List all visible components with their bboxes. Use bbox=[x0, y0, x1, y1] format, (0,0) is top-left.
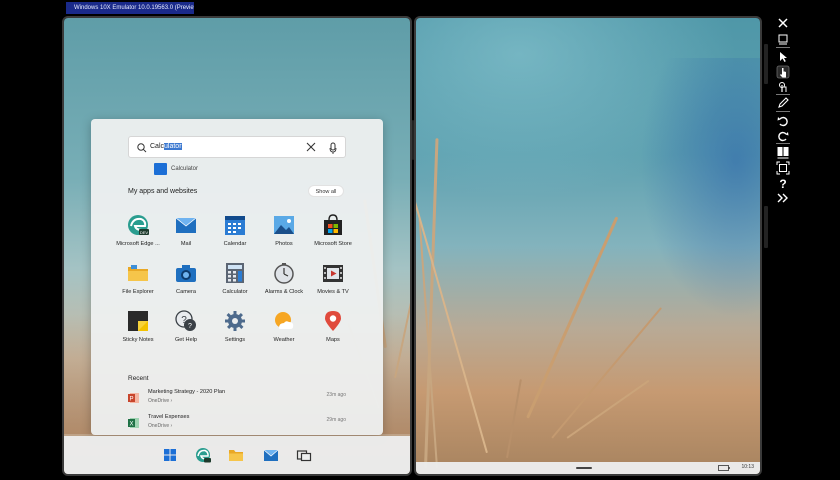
search-autocomplete-selection: ulator bbox=[164, 143, 182, 150]
windows-start-icon[interactable] bbox=[162, 447, 178, 463]
edge-dev-icon: DEV bbox=[128, 215, 149, 235]
sticky-notes-icon bbox=[128, 311, 148, 331]
emulator-window: Windows 10X Emulator 10.0.19563.0 (Previ… bbox=[0, 0, 840, 480]
show-all-button[interactable]: Show all bbox=[308, 185, 344, 197]
store-icon bbox=[324, 214, 342, 235]
photos-icon bbox=[274, 216, 294, 234]
minimize-icon[interactable] bbox=[776, 32, 790, 46]
svg-text:P: P bbox=[129, 397, 133, 403]
fit-screen-icon[interactable] bbox=[776, 161, 790, 175]
excel-icon: X bbox=[128, 418, 139, 428]
calendar-icon bbox=[225, 216, 245, 235]
start-panel: Calculator Calculator My apps and websit… bbox=[91, 119, 383, 435]
mail-icon bbox=[175, 217, 197, 233]
touch-icon[interactable] bbox=[776, 65, 790, 79]
toolbar-separator bbox=[776, 94, 790, 95]
apps-section-title: My apps and websites bbox=[128, 188, 198, 195]
recent-section-title: Recent bbox=[128, 375, 149, 382]
folder-icon bbox=[128, 265, 148, 281]
rotate-right-icon[interactable] bbox=[776, 129, 790, 143]
pointer-icon[interactable] bbox=[776, 50, 790, 64]
app-label: Maps bbox=[326, 337, 340, 343]
edge-dev-icon[interactable] bbox=[195, 447, 211, 463]
app-weather[interactable]: Weather bbox=[259, 310, 309, 350]
recent-item-location: OneDrive › bbox=[148, 398, 173, 404]
app-photos[interactable]: Photos bbox=[259, 214, 309, 254]
recent-item-name: Marketing Strategy - 2020 Plan bbox=[148, 389, 226, 395]
app-file-explorer[interactable]: File Explorer bbox=[113, 262, 163, 302]
app-get-help[interactable]: ?? Get Help bbox=[161, 310, 211, 350]
recent-item-name: Travel Expenses bbox=[148, 414, 190, 420]
app-camera[interactable]: Camera bbox=[161, 262, 211, 302]
posture-icon[interactable] bbox=[776, 145, 790, 159]
powerpoint-icon: P bbox=[128, 393, 139, 403]
help-icon[interactable]: ? bbox=[776, 176, 790, 190]
more-tools-icon[interactable] bbox=[776, 191, 790, 205]
svg-text:?: ? bbox=[779, 177, 786, 190]
clock-time[interactable]: 10:13 bbox=[741, 464, 754, 470]
app-alarms-clock[interactable]: Alarms & Clock bbox=[259, 262, 309, 302]
get-help-icon: ?? bbox=[175, 310, 196, 331]
toolbar-separator bbox=[776, 111, 790, 112]
app-edge[interactable]: DEV Microsoft Edge ... bbox=[113, 214, 163, 254]
rotate-left-icon[interactable] bbox=[776, 114, 790, 128]
recent-item-time: 29m ago bbox=[326, 417, 346, 423]
right-screen: 10:13 bbox=[414, 16, 762, 476]
map-pin-icon bbox=[325, 311, 341, 331]
right-wallpaper bbox=[416, 18, 760, 474]
app-store[interactable]: Microsoft Store bbox=[308, 214, 358, 254]
taskbar-handle[interactable] bbox=[576, 467, 592, 469]
recent-item[interactable]: P Marketing Strategy - 2020 Plan OneDriv… bbox=[128, 389, 346, 409]
clock-icon bbox=[274, 263, 294, 284]
hinge-mark bbox=[412, 120, 414, 160]
multi-touch-icon[interactable] bbox=[776, 80, 790, 94]
suggestion-label: Calculator bbox=[171, 166, 199, 172]
weather-icon bbox=[275, 312, 294, 329]
movies-icon bbox=[323, 265, 343, 282]
emulator-toolbar: ? bbox=[772, 14, 794, 204]
calculator-icon bbox=[226, 263, 244, 283]
battery-icon[interactable] bbox=[718, 465, 730, 471]
recent-item[interactable]: X Travel Expenses OneDrive › 29m ago bbox=[128, 414, 346, 434]
pen-icon[interactable] bbox=[776, 96, 790, 110]
svg-text:X: X bbox=[129, 422, 133, 428]
app-calendar[interactable]: Calendar bbox=[210, 214, 260, 254]
search-icon bbox=[137, 143, 147, 153]
close-icon[interactable] bbox=[305, 141, 317, 153]
svg-text:DEV: DEV bbox=[140, 230, 149, 235]
recent-item-time: 23m ago bbox=[326, 392, 346, 398]
close-icon[interactable] bbox=[776, 16, 790, 30]
task-view-icon[interactable] bbox=[296, 447, 312, 463]
app-calculator[interactable]: Calculator bbox=[210, 262, 260, 302]
camera-icon bbox=[176, 265, 196, 282]
app-mail[interactable]: Mail bbox=[161, 214, 211, 254]
recent-item-location: OneDrive › bbox=[148, 423, 173, 429]
app-movies-tv[interactable]: Movies & TV bbox=[308, 262, 358, 302]
toolbar-separator bbox=[776, 47, 790, 48]
folder-icon[interactable] bbox=[228, 447, 244, 463]
app-label: Movies & TV bbox=[317, 289, 349, 295]
window-title: Windows 10X Emulator 10.0.19563.0 (Previ… bbox=[66, 2, 194, 14]
device-button bbox=[764, 44, 768, 84]
search-input[interactable]: Calculator bbox=[150, 143, 182, 150]
toolbar-separator bbox=[776, 143, 790, 144]
app-settings[interactable]: Settings bbox=[210, 310, 260, 350]
search-box[interactable]: Calculator bbox=[128, 136, 346, 158]
microphone-icon[interactable] bbox=[327, 141, 339, 155]
mail-icon[interactable] bbox=[263, 447, 279, 463]
right-taskbar: 10:13 bbox=[416, 462, 760, 474]
device-button bbox=[764, 206, 768, 248]
search-typed-text: Calc bbox=[150, 143, 165, 150]
app-sticky-notes[interactable]: Sticky Notes bbox=[113, 310, 163, 350]
app-label: Microsoft Store bbox=[314, 241, 352, 247]
svg-text:?: ? bbox=[188, 323, 192, 330]
app-maps[interactable]: Maps bbox=[308, 310, 358, 350]
left-screen: Calculator Calculator My apps and websit… bbox=[62, 16, 412, 476]
calculator-app-icon bbox=[154, 163, 167, 175]
taskbar bbox=[64, 436, 410, 474]
gear-icon bbox=[225, 311, 245, 331]
